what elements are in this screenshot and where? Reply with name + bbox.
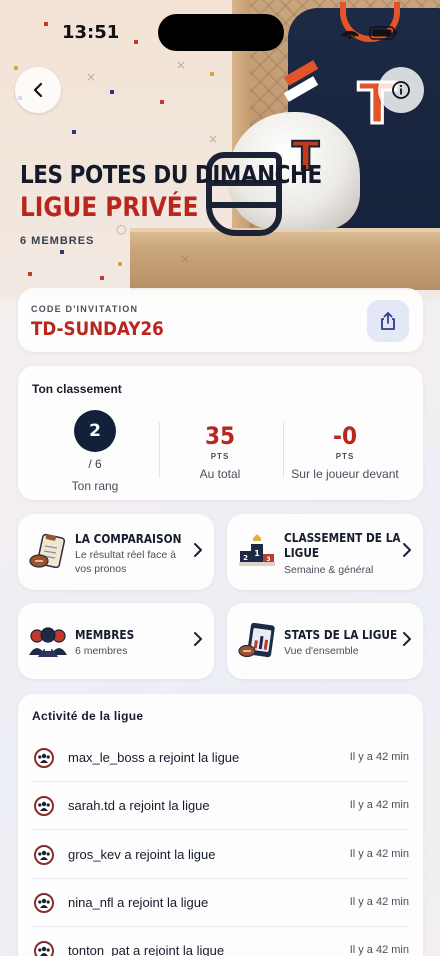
activity-text: max_le_boss a rejoint la ligue (68, 750, 240, 765)
tile-league-ranking-desc: Semaine & général (284, 564, 374, 576)
league-name: LES POTES DU DIMANCHE (20, 160, 322, 189)
chevron-right-icon (194, 632, 202, 646)
activity-item: nina_nfl a rejoint la ligue Il y a 42 mi… (32, 879, 409, 927)
tile-members[interactable]: MEMBRES 6 membres (18, 603, 214, 679)
activity-heading: Activité de la ligue (32, 709, 144, 723)
activity-text: nina_nfl a rejoint la ligue (68, 895, 209, 910)
activity-item: max_le_boss a rejoint la ligue Il y a 42… (32, 734, 409, 782)
invite-code-label: CODE D'INVITATION (31, 304, 139, 314)
tile-league-stats[interactable]: STATS DE LA LIGUE Vue d'ensemble (227, 603, 423, 679)
activity-text: tonton_pat a rejoint la ligue (68, 943, 225, 956)
status-time: 13:51 (62, 22, 120, 43)
shelf-illustration (130, 228, 440, 290)
activity-time: Il y a 42 min (349, 799, 409, 811)
chevron-right-icon (194, 543, 202, 557)
league-type: LIGUE PRIVÉE (20, 192, 199, 223)
gap-caption: Sur le joueur devant (291, 467, 399, 481)
team-players-icon (29, 627, 67, 657)
chevron-right-icon (403, 543, 411, 557)
activity-text: sarah.td a rejoint la ligue (68, 798, 210, 813)
points-value: 35 (204, 422, 236, 450)
stats-tablet-icon (238, 622, 275, 658)
tile-members-desc: 6 membres (75, 645, 128, 657)
group-icon (34, 941, 54, 956)
group-icon (34, 893, 54, 913)
clipboard-football-icon (29, 533, 66, 569)
dynamic-island (158, 14, 284, 51)
activity-time: Il y a 42 min (349, 896, 409, 908)
status-icons (341, 26, 397, 40)
gap-column: -0 PTS Sur le joueur devant (280, 406, 410, 481)
chevron-left-icon (33, 82, 43, 98)
chevron-right-icon (403, 632, 411, 646)
share-button[interactable] (367, 300, 409, 342)
tile-league-stats-title: STATS DE LA LIGUE (284, 628, 398, 642)
league-activity-card: Activité de la ligue max_le_boss a rejoi… (18, 694, 423, 956)
ranking-heading: Ton classement (32, 382, 122, 396)
hero-banner: T T × × × ○ × 13:51 LES POTES DU DIMANCH… (0, 0, 440, 300)
tile-comparison[interactable]: LA COMPARAISON Le résultat réel face à v… (18, 514, 214, 590)
activity-time: Il y a 42 min (349, 751, 409, 763)
info-button[interactable] (378, 67, 424, 113)
points-unit: PTS (210, 452, 230, 461)
member-count: 6 MEMBRES (20, 235, 95, 247)
rank-badge: 2 (74, 410, 116, 452)
share-icon (381, 312, 395, 330)
activity-time: Il y a 42 min (349, 848, 409, 860)
invite-code-card: CODE D'INVITATION TD-SUNDAY26 (18, 288, 423, 352)
activity-item: sarah.td a rejoint la ligue Il y a 42 mi… (32, 782, 409, 830)
tile-comparison-desc: Le résultat réel face à vos pronos (75, 549, 176, 575)
tile-league-ranking-title: CLASSEMENT DE LA LIGUE (284, 531, 401, 560)
group-icon (34, 845, 54, 865)
rank-total: / 6 (88, 457, 102, 471)
rank-caption: Ton rang (71, 479, 119, 493)
activity-item: tonton_pat a rejoint la ligue Il y a 42 … (32, 927, 409, 956)
group-icon (34, 796, 54, 816)
back-button[interactable] (15, 67, 61, 113)
ranking-card: Ton classement 2 / 6 Ton rang 35 PTS Au … (18, 366, 423, 500)
svg-text:3: 3 (266, 556, 270, 563)
group-icon (34, 748, 54, 768)
svg-text:1: 1 (254, 549, 260, 558)
invite-code-value: TD-SUNDAY26 (31, 318, 164, 340)
activity-text: gros_kev a rejoint la ligue (68, 847, 216, 862)
info-icon (392, 81, 410, 99)
tile-league-stats-desc: Vue d'ensemble (284, 645, 359, 657)
gap-unit: PTS (335, 452, 355, 461)
tile-league-ranking[interactable]: 1 2 3 CLASSEMENT DE LA LIGUE Semaine & g… (227, 514, 423, 590)
gap-value: -0 (332, 422, 357, 450)
points-column: 35 PTS Au total (155, 406, 285, 481)
rank-column: 2 / 6 Ton rang (30, 406, 160, 493)
activity-time: Il y a 42 min (349, 944, 409, 956)
tile-members-title: MEMBRES (75, 628, 135, 642)
svg-text:2: 2 (243, 554, 248, 562)
tile-comparison-title: LA COMPARAISON (75, 532, 182, 546)
activity-item: gros_kev a rejoint la ligue Il y a 42 mi… (32, 831, 409, 879)
podium-icon: 1 2 3 (239, 534, 275, 566)
points-caption: Au total (199, 467, 241, 481)
